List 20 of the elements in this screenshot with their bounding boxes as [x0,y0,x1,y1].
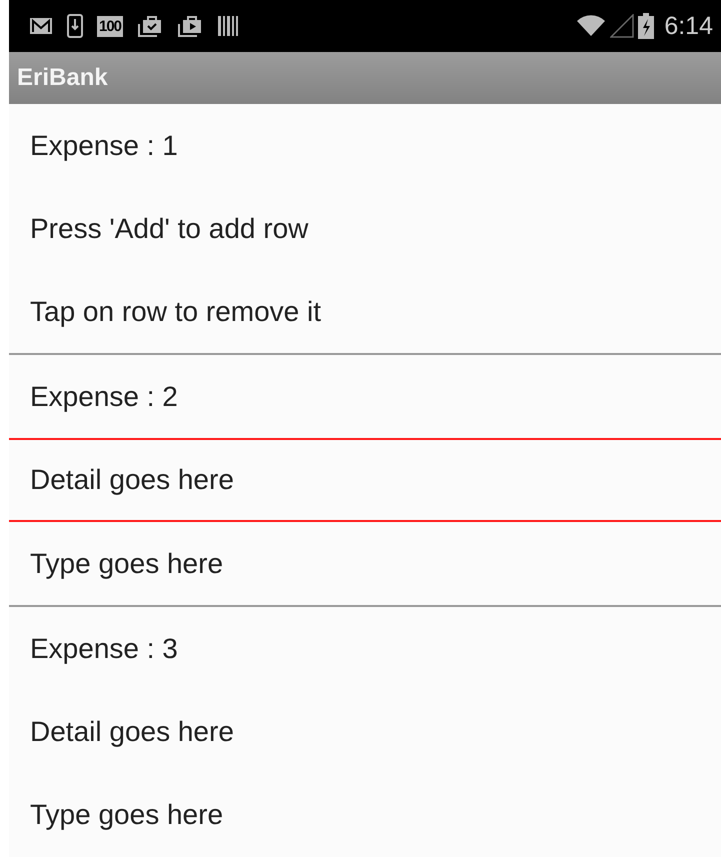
list-row[interactable]: Expense : 3 [9,607,721,690]
barcode-icon [217,15,240,37]
mail-icon [29,16,53,36]
briefcase-check-icon [137,15,164,37]
briefcase-play-icon [177,15,204,37]
clock-time: 6:14 [664,12,713,40]
list-row[interactable]: Detail goes here [9,438,721,522]
wifi-icon [576,15,606,37]
download-icon [67,14,83,38]
list-row[interactable]: Type goes here [9,522,721,605]
battery-charging-icon [638,13,654,39]
list-row[interactable]: Expense : 1 [9,104,721,187]
list-row[interactable]: Press 'Add' to add row [9,187,721,270]
app-title: EriBank [17,64,108,92]
notification-badge: 100 [97,16,124,36]
signal-icon [610,14,634,38]
list-row[interactable]: Tap on row to remove it [9,270,721,353]
list-row[interactable]: Expense : 2 [9,355,721,438]
list-row[interactable]: Type goes here [9,773,721,856]
list-row[interactable]: Detail goes here [9,690,721,773]
